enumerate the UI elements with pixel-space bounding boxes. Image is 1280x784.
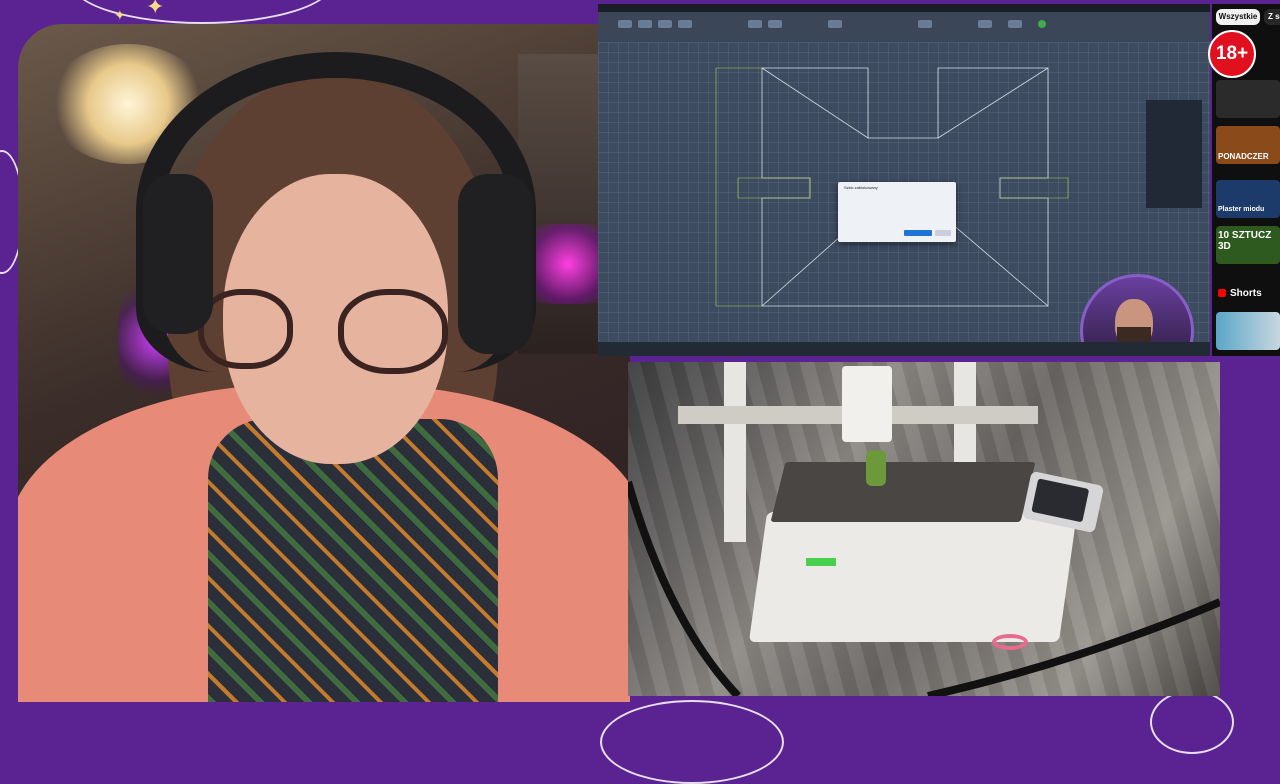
headphones-cup-right (458, 174, 533, 354)
thumbnail-caption: Plaster miodu (1218, 206, 1265, 213)
overlay-arc-top (70, 0, 334, 24)
dialog-ok-button[interactable] (904, 230, 932, 236)
toolbar-tool[interactable] (918, 20, 932, 28)
toolbar-tool[interactable] (658, 20, 672, 28)
thumbnail-caption: 10 SZTUCZ 3D (1218, 230, 1272, 252)
cad-status-bar (598, 342, 1210, 356)
toolbar-tool[interactable] (1038, 20, 1046, 28)
toolbar-tool[interactable] (828, 20, 842, 28)
shorts-thumbnail[interactable] (1216, 312, 1280, 350)
sparkle-icon: ✦ (114, 7, 126, 23)
headphones-cup-left (143, 174, 213, 334)
thumbnail-caption: PONADCZER (1218, 152, 1269, 161)
overlay-arc-bottom (600, 700, 784, 784)
toolbar-tool[interactable] (638, 20, 652, 28)
video-thumbnail[interactable]: PONADCZER (1216, 126, 1280, 164)
overlay-arc-bottom-right (1150, 690, 1234, 754)
sketch-palette-panel[interactable] (1146, 100, 1202, 208)
screen-share: Szkic zablokowany (598, 4, 1210, 356)
cad-title-bar (598, 4, 1210, 12)
chip-other[interactable]: Z se (1264, 9, 1280, 25)
cad-toolbar-ribbon (598, 12, 1210, 42)
video-thumbnail[interactable]: Plaster miodu (1216, 180, 1280, 218)
toolbar-tool[interactable] (748, 20, 762, 28)
chip-all[interactable]: Wszystkie (1216, 9, 1260, 25)
toolbar-tool[interactable] (978, 20, 992, 28)
printer-camera-feed (628, 362, 1220, 696)
dialog-title: Szkic zablokowany (844, 185, 878, 190)
sketch-locked-dialog: Szkic zablokowany (838, 182, 956, 242)
video-thumbnail[interactable]: 10 SZTUCZ 3D (1216, 226, 1280, 264)
sparkle-icon: ✦ (146, 0, 165, 19)
shorts-icon (1218, 289, 1226, 298)
cad-sketch-canvas[interactable]: Szkic zablokowany (598, 42, 1210, 356)
shorts-section-label: Shorts (1218, 288, 1262, 299)
enclosure-zipper (628, 480, 1220, 696)
dialog-cancel-button[interactable] (935, 230, 951, 236)
toolbar-tool[interactable] (768, 20, 782, 28)
toolbar-tool[interactable] (618, 20, 632, 28)
video-thumbnail[interactable] (1216, 80, 1280, 118)
shorts-label: Shorts (1230, 288, 1262, 299)
toolbar-tool[interactable] (1008, 20, 1022, 28)
age-rating-badge: 18+ (1208, 30, 1256, 78)
toolbar-tool[interactable] (678, 20, 692, 28)
webcam-feed (18, 24, 630, 702)
